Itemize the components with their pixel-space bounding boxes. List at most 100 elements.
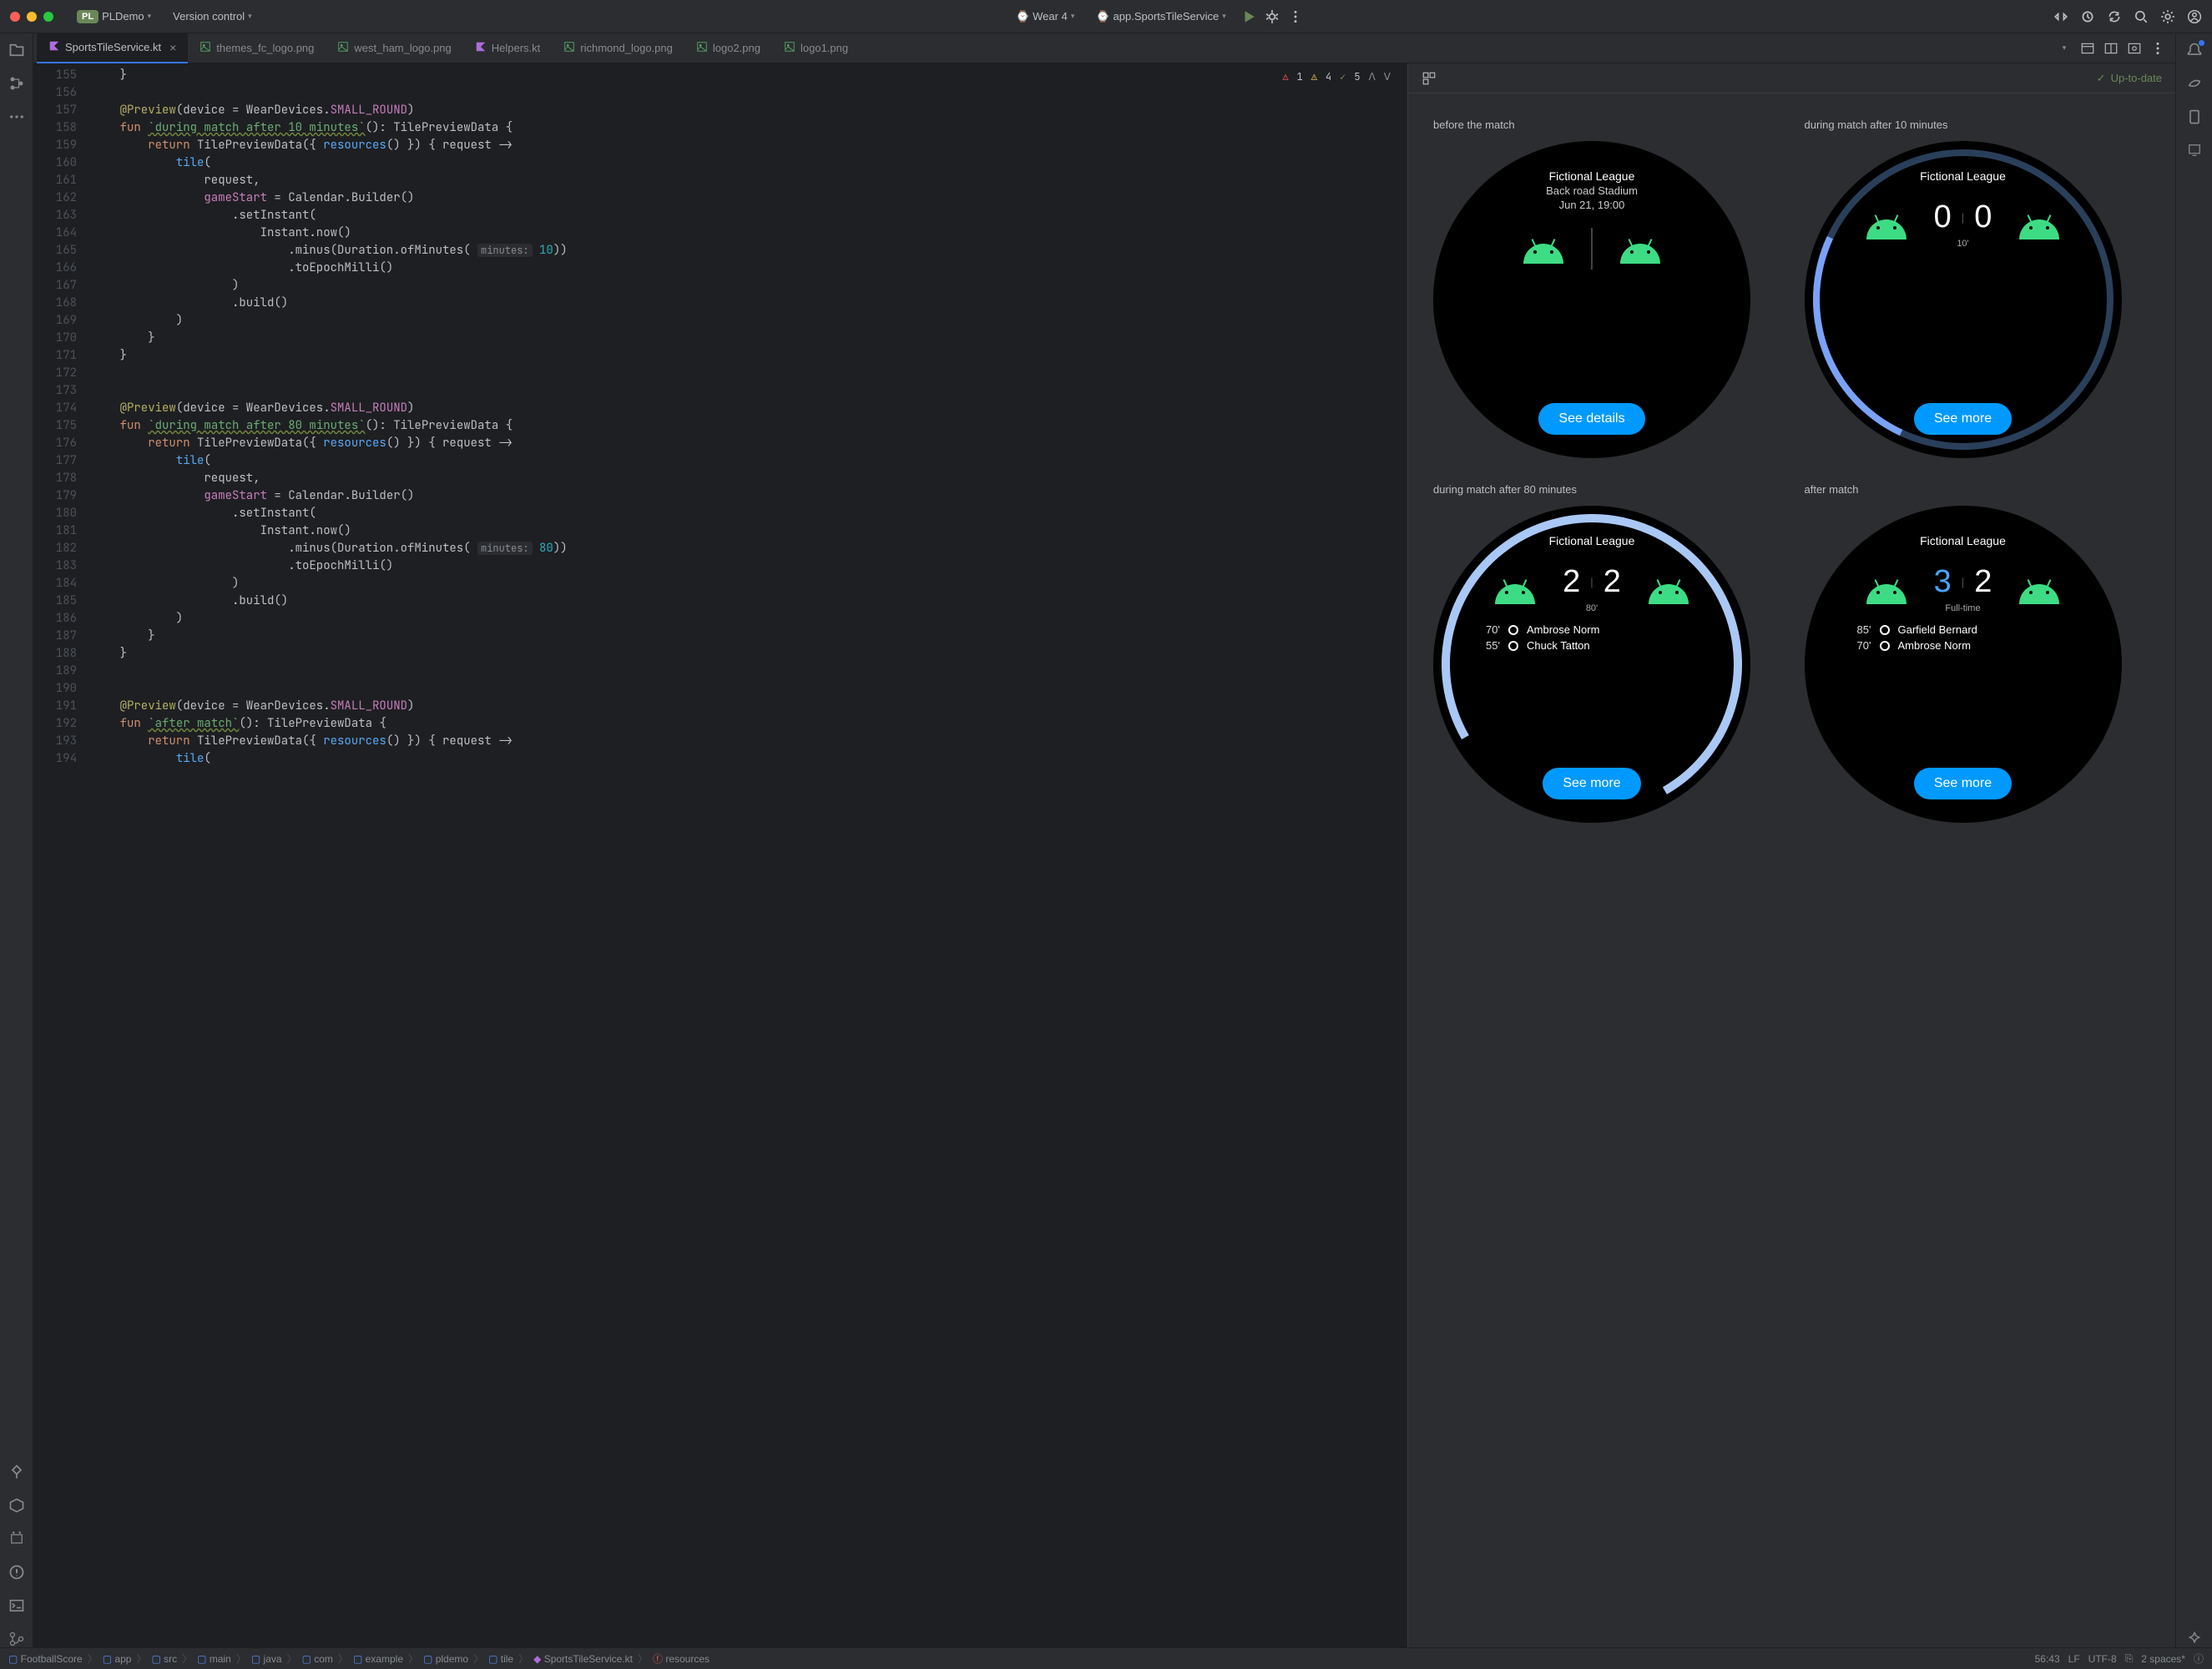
folder-icon: ▢ [197,1653,206,1665]
breadcrumb-segment[interactable]: ▢ tile [488,1653,513,1665]
caret-position[interactable]: 56:43 [2035,1653,2060,1665]
gradle-icon[interactable] [2186,75,2203,92]
statusbar: ▢ FootballScore〉▢ app〉▢ src〉▢ main〉▢ jav… [0,1647,2212,1669]
date-label: Jun 21, 19:00 [1559,199,1625,211]
readonly-icon[interactable]: ⎘ [2125,1652,2134,1665]
stadium-label: Back road Stadium [1546,184,1638,197]
prev-highlight-icon[interactable]: ᐱ [1369,68,1376,86]
scorer-name: Ambrose Norm [1898,639,1971,652]
line-ending[interactable]: LF [2068,1653,2080,1665]
next-highlight-icon[interactable]: ᐯ [1384,68,1391,86]
tabs-more-icon[interactable] [2150,41,2165,56]
updates-icon[interactable] [2080,9,2095,24]
tab-label: themes_fc_logo.png [216,42,314,54]
breadcrumb-segment[interactable]: ⓕ resources [653,1651,710,1666]
project-badge: PL [77,10,98,23]
watch-face-preview[interactable]: Fictional League2|280'70'Ambrose Norm55'… [1433,506,1750,823]
editor-tab[interactable]: themes_fc_logo.png [188,33,326,63]
editor-tab[interactable]: richmond_logo.png [552,33,684,63]
scorer-name: Garfield Bernard [1898,623,1977,636]
editor-tab[interactable]: SportsTileService.kt × [37,33,188,63]
split-icon[interactable] [2103,41,2119,56]
tab-label: logo1.png [800,42,848,54]
search-icon[interactable] [2134,9,2149,24]
vcs-tool-icon[interactable] [8,1631,25,1647]
encoding[interactable]: UTF-8 [2088,1653,2117,1665]
project-tool-icon[interactable] [8,42,25,58]
more-button[interactable] [1288,9,1303,24]
team-logo-icon [2015,209,2063,240]
notifications-icon[interactable] [2186,42,2203,58]
device-manager-icon[interactable] [2186,108,2203,125]
editor-tab[interactable]: Helpers.kt [463,33,553,63]
inspection-widget[interactable]: ⚠1 ⚠4 ✓5 ᐱ ᐯ [1282,68,1391,86]
preview-title: during match after 80 minutes [1433,483,1780,496]
breadcrumb-segment[interactable]: ▢ main [197,1653,231,1665]
breadcrumb-segment[interactable]: ▢ example [353,1653,403,1665]
logcat-tool-icon[interactable] [8,1530,25,1547]
project-name: PLDemo [102,10,144,23]
file-type-icon [563,41,575,55]
sync-icon[interactable] [2107,9,2122,24]
build-tool-icon[interactable] [8,1464,25,1480]
close-tab-icon[interactable]: × [169,41,176,54]
watch-face-preview[interactable]: Fictional LeagueBack road StadiumJun 21,… [1433,141,1750,458]
code-content[interactable]: } @Preview(device = WearDevices.SMALL_RO… [92,63,1407,1647]
minimize-window[interactable] [27,12,37,22]
code-editor[interactable]: 155 156 157 158 159 160 161 162 163 164 … [33,63,1407,1647]
breadcrumbs[interactable]: ▢ FootballScore〉▢ app〉▢ src〉▢ main〉▢ jav… [8,1651,710,1666]
project-selector[interactable]: PL PLDemo ▾ [62,7,158,27]
breadcrumb-segment[interactable]: ◆ SportsTileService.kt [533,1653,633,1665]
editor-layout-icon[interactable] [2080,41,2095,56]
breadcrumb-segment[interactable]: ▢ app [103,1653,132,1665]
status-more-icon[interactable]: ⓘ [2194,1651,2204,1666]
breadcrumb-segment[interactable]: ▢ src [151,1653,177,1665]
device-selector[interactable]: ⌚ Wear 4 ▾ [1009,7,1081,27]
folder-icon: ▢ [488,1653,497,1665]
close-window[interactable] [10,12,20,22]
run-config-selector[interactable]: ⌚ app.SportsTileService ▾ [1089,7,1232,27]
watch-action-button[interactable]: See more [1914,768,2012,799]
preview-mode-icon[interactable] [2127,41,2142,56]
services-tool-icon[interactable] [8,1497,25,1514]
progress-ring [1433,506,1750,823]
editor-tab[interactable]: west_ham_logo.png [326,33,462,63]
vcs-widget[interactable]: Version control ▾ [166,7,259,26]
breadcrumb-segment[interactable]: ▢ FootballScore [8,1653,83,1665]
team-logo-icon [1644,574,1693,604]
wear-icon: ⌚ [1016,10,1029,23]
chevron-down-icon: ▾ [148,12,152,21]
running-devices-icon[interactable] [2186,142,2203,159]
away-score: 2 [1974,564,1992,600]
debug-button[interactable] [1265,9,1280,24]
ai-assistant-icon[interactable] [2186,1631,2203,1647]
tabs-dropdown[interactable]: ▾ [2057,41,2072,56]
maximize-window[interactable] [43,12,53,22]
more-tool-icon[interactable] [8,108,25,125]
kotlin-file-icon: ◆ [533,1653,541,1665]
code-with-me-icon[interactable] [2053,9,2068,24]
editor-tab[interactable]: logo2.png [684,33,772,63]
watch-face-preview[interactable]: Fictional League0|010'See more [1805,141,2122,458]
tab-label: SportsTileService.kt [65,41,161,53]
team-logo-icon [2015,574,2063,604]
preview-title: during match after 10 minutes [1805,118,2151,131]
titlebar: PL PLDemo ▾ Version control ▾ ⌚ Wear 4 ▾… [0,0,2212,33]
settings-icon[interactable] [2160,9,2175,24]
breadcrumb-segment[interactable]: ▢ com [302,1653,333,1665]
terminal-tool-icon[interactable] [8,1597,25,1614]
editor-tab[interactable]: logo1.png [772,33,860,63]
run-button[interactable] [1241,9,1256,24]
problems-tool-icon[interactable] [8,1564,25,1581]
watch-action-button[interactable]: See details [1538,403,1644,435]
preview-layout-icon[interactable] [1422,71,1437,86]
file-type-icon [784,41,795,55]
team-logo-icon [1862,209,1911,240]
structure-tool-icon[interactable] [8,75,25,92]
breadcrumb-segment[interactable]: ▢ java [251,1653,282,1665]
indent-widget[interactable]: 2 spaces* [2141,1653,2185,1665]
breadcrumb-segment[interactable]: ▢ pldemo [423,1653,468,1665]
account-icon[interactable] [2187,9,2202,24]
watch-face-preview[interactable]: Fictional League3|2Full-time85'Garfield … [1805,506,2122,823]
goal-icon [1880,641,1890,651]
